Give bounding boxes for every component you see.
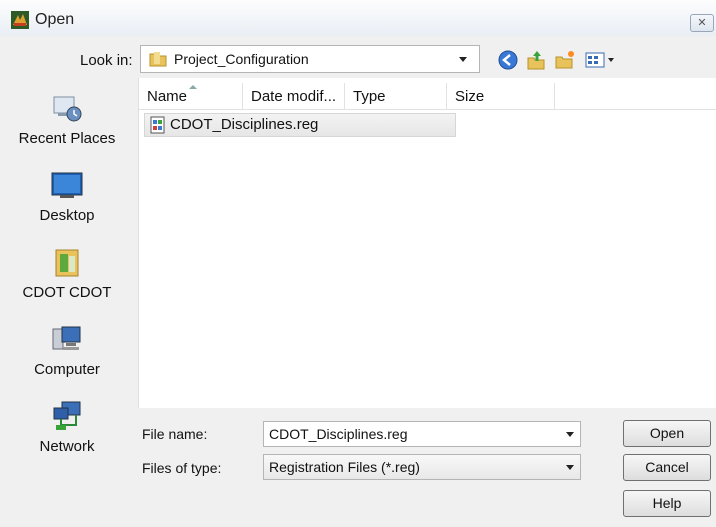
- places-bar: Recent Places Desktop CDOT CDOT Computer…: [0, 78, 134, 490]
- file-name-input[interactable]: CDOT_Disciplines.reg: [263, 421, 581, 447]
- file-name-label: File name:: [142, 426, 208, 442]
- file-type-value: Registration Files (*.reg): [269, 459, 420, 475]
- place-network[interactable]: Network: [0, 394, 134, 464]
- place-label: Computer: [34, 361, 100, 378]
- column-header-name[interactable]: Name: [139, 83, 243, 110]
- open-button[interactable]: Open: [623, 420, 711, 447]
- place-recent-places[interactable]: Recent Places: [0, 86, 134, 156]
- title-bar: Open ✕: [0, 0, 716, 36]
- place-label: CDOT CDOT: [22, 284, 112, 301]
- close-button[interactable]: ✕: [690, 14, 714, 32]
- chevron-down-icon: [459, 57, 467, 62]
- views-menu-icon[interactable]: [584, 49, 620, 71]
- chevron-down-icon: [566, 465, 574, 470]
- registry-file-icon: [150, 116, 165, 134]
- file-type-dropdown[interactable]: Registration Files (*.reg): [263, 454, 581, 480]
- back-icon[interactable]: [497, 49, 519, 71]
- place-cdot-cdot[interactable]: CDOT CDOT: [0, 240, 134, 310]
- column-header-size[interactable]: Size: [447, 83, 555, 110]
- window-title: Open: [35, 11, 75, 28]
- sort-ascending-icon: [189, 85, 197, 89]
- file-name: CDOT_Disciplines.reg: [170, 116, 319, 133]
- open-dialog: Open ✕ Look in: Project_Configuration Re…: [0, 0, 716, 527]
- help-button[interactable]: Help: [623, 490, 711, 517]
- place-desktop[interactable]: Desktop: [0, 163, 134, 233]
- app-icon: [11, 11, 29, 29]
- look-in-value: Project_Configuration: [174, 51, 309, 67]
- place-label: Network: [39, 438, 95, 455]
- up-folder-icon[interactable]: [525, 49, 547, 71]
- place-label: Desktop: [39, 207, 95, 224]
- chevron-down-icon[interactable]: [566, 432, 574, 437]
- cancel-button[interactable]: Cancel: [623, 454, 711, 481]
- folder-icon: [149, 52, 167, 67]
- desktop-icon: [51, 172, 83, 198]
- new-folder-icon[interactable]: [554, 49, 576, 71]
- column-header-date-modified[interactable]: Date modif...: [243, 83, 345, 110]
- network-icon: [53, 401, 81, 430]
- place-label: Recent Places: [18, 130, 116, 147]
- place-computer[interactable]: Computer: [0, 317, 134, 387]
- header-divider: [139, 109, 716, 110]
- user-folder-icon: [55, 249, 79, 277]
- close-icon: ✕: [697, 17, 707, 29]
- file-name-value: CDOT_Disciplines.reg: [269, 426, 408, 442]
- file-list[interactable]: Name Date modif... Type Size CDOT_Discip…: [138, 78, 716, 408]
- file-type-label: Files of type:: [142, 460, 222, 476]
- computer-icon: [52, 326, 81, 350]
- column-header-type[interactable]: Type: [345, 83, 447, 110]
- list-item[interactable]: CDOT_Disciplines.reg: [144, 113, 456, 137]
- recent-places-icon: [53, 96, 82, 122]
- look-in-dropdown[interactable]: Project_Configuration: [140, 45, 480, 73]
- look-in-label: Look in:: [80, 52, 133, 69]
